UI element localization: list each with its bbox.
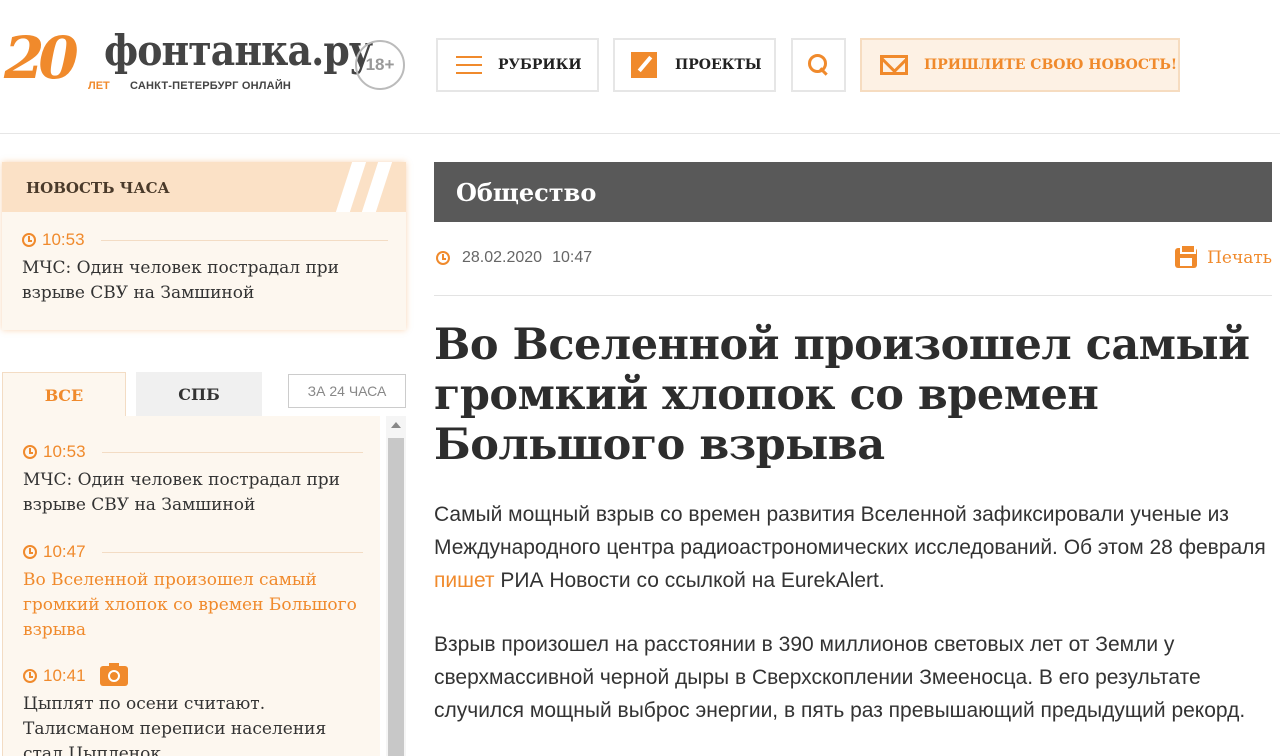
hour-news-block: НОВОСТЬ ЧАСА 10:53 МЧС: Один человек пос… xyxy=(2,162,406,330)
search-icon xyxy=(807,54,830,76)
search-button[interactable] xyxy=(791,38,846,92)
news-link[interactable]: Цыплят по осени считают. Талисманом пере… xyxy=(23,692,363,756)
article-meta: 28.02.2020 10:47 Печать xyxy=(434,244,1272,296)
clock-icon xyxy=(436,251,450,265)
tab-all[interactable]: ВСЕ xyxy=(2,372,126,418)
rubric-bar: Общество xyxy=(434,162,1272,222)
camera-icon xyxy=(99,663,128,686)
tab-24-hours[interactable]: ЗА 24 ЧАСА xyxy=(288,374,406,408)
hour-news-link[interactable]: МЧС: Один человек пострадал при взрыве С… xyxy=(22,256,388,306)
rubric-title[interactable]: Общество xyxy=(456,178,596,207)
send-news-label: ПРИШЛИТЕ СВОЮ НОВОСТЬ! xyxy=(924,57,1178,73)
tab-spb[interactable]: СПБ xyxy=(136,372,262,416)
rubrics-button[interactable]: РУБРИКИ xyxy=(436,38,599,92)
menu-icon xyxy=(456,56,482,74)
paragraph-text: РИА Новости со ссылкой на EurekAlert. xyxy=(494,569,885,592)
list-item[interactable]: 10:47 Во Вселенной произошел самый громк… xyxy=(23,542,363,643)
article-paragraph: Взрыв произошел на расстоянии в 390 милл… xyxy=(434,633,1246,722)
projects-button[interactable]: ПРОЕКТЫ xyxy=(613,38,776,92)
site-header: 20 ЛЕТ фонтанка.ру САНКТ-ПЕТЕРБУРГ ОНЛАЙ… xyxy=(0,0,1280,134)
news-link[interactable]: МЧС: Один человек пострадал при взрыве С… xyxy=(23,468,363,518)
news-time: 10:41 xyxy=(43,666,86,685)
age-rating-badge: 18+ xyxy=(355,40,405,90)
rubrics-label: РУБРИКИ xyxy=(498,57,582,73)
site-logo[interactable]: 20 ЛЕТ фонтанка.ру САНКТ-ПЕТЕРБУРГ ОНЛАЙ… xyxy=(4,24,373,100)
article-date: 28.02.2020 xyxy=(462,249,543,266)
clock-icon xyxy=(23,669,37,683)
divider xyxy=(100,239,388,241)
hour-news-heading: НОВОСТЬ ЧАСА xyxy=(26,179,170,197)
scroll-up-arrow-icon[interactable] xyxy=(391,422,401,428)
printer-icon xyxy=(1175,244,1198,268)
source-link[interactable]: пишет xyxy=(434,569,495,592)
list-item[interactable]: 10:41 Цыплят по осени считают. Талисмано… xyxy=(23,663,363,756)
article-title: Во Вселенной произошел самый громкий хло… xyxy=(434,320,1250,470)
projects-label: ПРОЕКТЫ xyxy=(675,57,762,73)
logo-anniversary-number: 20 xyxy=(4,24,79,92)
hour-news-item[interactable]: 10:53 МЧС: Один человек пострадал при вз… xyxy=(22,230,388,306)
news-feed-list: 10:53 МЧС: Один человек пострадал при вз… xyxy=(2,416,380,756)
projects-icon xyxy=(631,52,657,78)
decor-stripe xyxy=(333,162,369,212)
clock-icon xyxy=(23,545,37,559)
news-time: 10:53 xyxy=(42,230,85,249)
scroll-thumb[interactable] xyxy=(388,438,404,756)
logo-name: фонтанка.ру xyxy=(104,26,373,75)
article-paragraph: Самый мощный взрыв со времен развития Вс… xyxy=(434,498,1280,597)
hour-news-header: НОВОСТЬ ЧАСА xyxy=(2,162,406,212)
news-time: 10:47 xyxy=(43,542,86,561)
article-time: 10:47 xyxy=(552,249,593,266)
divider xyxy=(101,551,363,553)
clock-icon xyxy=(22,233,36,247)
clock-icon xyxy=(23,445,37,459)
print-label: Печать xyxy=(1207,248,1272,268)
news-time: 10:53 xyxy=(43,442,86,461)
logo-subtitle: САНКТ-ПЕТЕРБУРГ ОНЛАЙН xyxy=(130,80,292,92)
print-button[interactable]: Печать xyxy=(1175,244,1272,268)
decor-stripe xyxy=(359,162,395,212)
news-link-active[interactable]: Во Вселенной произошел самый громкий хло… xyxy=(23,568,363,643)
logo-anniversary-label: ЛЕТ xyxy=(88,80,110,92)
envelope-icon xyxy=(880,55,908,75)
divider xyxy=(101,451,363,453)
paragraph-text: Самый мощный взрыв со времен развития Вс… xyxy=(434,503,1266,559)
feed-scrollbar[interactable] xyxy=(386,416,406,756)
news-feed-block: ВСЕ СПБ ЗА 24 ЧАСА 10:53 МЧС: Один челов… xyxy=(2,372,406,756)
list-item[interactable]: 10:53 МЧС: Один человек пострадал при вз… xyxy=(23,442,363,518)
send-news-button[interactable]: ПРИШЛИТЕ СВОЮ НОВОСТЬ! xyxy=(860,38,1180,92)
